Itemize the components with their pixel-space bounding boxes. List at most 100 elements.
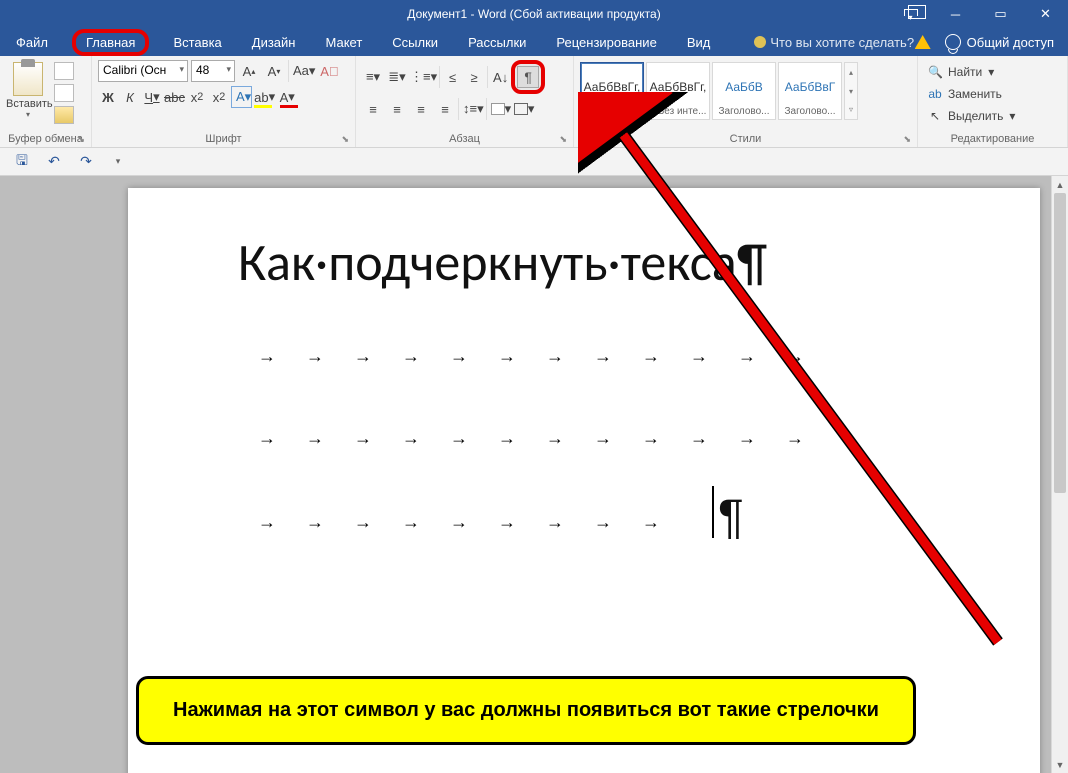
tab-file[interactable]: Файл [10,31,54,54]
replace-button[interactable]: abЗаменить [924,84,1061,104]
italic-button[interactable]: К [120,86,140,108]
align-right-icon[interactable]: ≡ [410,98,432,120]
tab-mailings[interactable]: Рассылки [462,31,532,54]
shrink-font-icon[interactable]: A▾ [263,60,285,82]
vertical-scrollbar[interactable]: ▲ ▼ [1051,176,1068,773]
minimize-icon[interactable]: ─ [933,0,978,28]
style-no-spacing[interactable]: АаБбВвГг, ¶ Без инте... [646,62,710,120]
show-hide-pilcrow-button[interactable]: ¶ [511,60,545,94]
text-cursor [712,486,714,538]
scroll-up-icon[interactable]: ▲ [1052,176,1068,193]
strikethrough-icon[interactable]: abc [164,86,185,108]
tab-insert[interactable]: Вставка [167,31,227,54]
pilcrow-icon: ¶ [517,66,539,88]
align-left-icon[interactable]: ≡ [362,98,384,120]
clipboard-icon [13,62,43,96]
restore-icon[interactable]: ▭ [978,0,1023,28]
share-button[interactable]: Общий доступ [945,34,1054,50]
document-heading: Как·подчеркнуть·текса¶ [238,230,767,294]
tab-design[interactable]: Дизайн [246,31,302,54]
align-center-icon[interactable]: ≡ [386,98,408,120]
undo-icon[interactable]: ↶ [44,152,64,172]
share-icon [945,34,961,50]
save-icon[interactable]: 🖫 [12,152,32,172]
warning-icon[interactable] [915,35,931,49]
style-normal[interactable]: АаБбВвГг, ¶ Обычный [580,62,644,120]
find-button[interactable]: 🔍Найти ▾ [924,62,1061,82]
styles-gallery-more[interactable]: ▴▾▿ [844,62,858,120]
window-title: Документ1 - Word (Сбой активации продукт… [407,7,660,21]
grow-font-icon[interactable]: A▴ [238,60,260,82]
numbering-icon[interactable]: ≣▾ [386,66,408,88]
copy-icon[interactable] [54,84,74,102]
clear-formatting-icon[interactable]: A⃠ [318,60,340,82]
justify-icon[interactable]: ≡ [434,98,456,120]
redo-icon[interactable]: ↷ [76,152,96,172]
close-icon[interactable]: ✕ [1023,0,1068,28]
paragraph-mark: ¶ [718,490,744,545]
font-launcher-icon[interactable]: ⬊ [341,134,349,145]
scrollbar-thumb[interactable] [1054,193,1066,493]
clipboard-label: Буфер обмена [8,133,83,145]
tab-references[interactable]: Ссылки [386,31,444,54]
tab-view[interactable]: Вид [681,31,717,54]
change-case-icon[interactable]: Aa▾ [288,60,315,82]
style-heading2[interactable]: АаБбВвГ Заголово... [778,62,842,120]
bullets-icon[interactable]: ≡▾ [362,66,384,88]
tab-marks-row2: →→→→→→→→→→→→ [258,428,834,449]
editing-label: Редактирование [951,133,1035,145]
subscript-icon[interactable]: x2 [187,86,207,108]
quick-access-toolbar: 🖫 ↶ ↷ ▾ [0,148,1068,176]
replace-icon: ab [928,87,942,101]
underline-button[interactable]: Ч▾ [142,86,162,108]
scroll-down-icon[interactable]: ▼ [1052,756,1068,773]
font-size-select[interactable]: 48 [191,60,235,82]
font-color-icon[interactable]: A▾ [277,86,297,108]
styles-launcher-icon[interactable]: ⬊ [903,134,911,145]
tab-marks-row1: →→→→→→→→→→→→ [258,346,834,367]
tell-me-search[interactable]: Что вы хотите сделать? [754,35,914,50]
tab-review[interactable]: Рецензирование [550,31,662,54]
format-painter-icon[interactable] [54,106,74,124]
bold-button[interactable]: Ж [98,86,118,108]
annotation-callout: Нажимая на этот символ у вас должны появ… [136,676,916,745]
clipboard-launcher-icon[interactable]: ⬊ [77,134,85,145]
paragraph-launcher-icon[interactable]: ⬊ [559,134,567,145]
borders-icon[interactable]: ▾ [513,98,535,120]
tab-home[interactable]: Главная [72,29,149,56]
qat-customize-icon[interactable]: ▾ [108,152,128,172]
decrease-indent-icon[interactable]: ≤ [439,66,461,88]
font-name-select[interactable]: Calibri (Осн [98,60,188,82]
styles-label: Стили [730,133,762,145]
group-editing: 🔍Найти ▾ abЗаменить ↖Выделить ▾ Редактир… [918,56,1068,147]
group-clipboard: Вставить ▾ Буфер обмена⬊ [0,56,92,147]
group-styles: АаБбВвГг, ¶ Обычный АаБбВвГг, ¶ Без инте… [574,56,918,147]
increase-indent-icon[interactable]: ≥ [463,66,485,88]
share-label: Общий доступ [967,35,1054,50]
line-spacing-icon[interactable]: ↕≡▾ [458,98,484,120]
window-controls: ▾ ─ ▭ ✕ [888,0,1068,28]
tab-layout[interactable]: Макет [319,31,368,54]
highlight-icon[interactable]: ab▾ [254,86,275,108]
multilevel-icon[interactable]: ⋮≡▾ [410,66,437,88]
ribbon: Вставить ▾ Буфер обмена⬊ Calibri (Осн 48… [0,56,1068,148]
font-label: Шрифт [205,133,241,145]
select-button[interactable]: ↖Выделить ▾ [924,106,1061,126]
tab-marks-row3: →→→→→→→→→ [258,512,690,533]
style-heading1[interactable]: АаБбВ Заголово... [712,62,776,120]
ribbon-options-icon[interactable]: ▾ [888,0,933,28]
shading-icon[interactable]: ▾ [486,98,512,120]
group-font: Calibri (Осн 48 A▴ A▾ Aa▾ A⃠ Ж К Ч▾ abc … [92,56,356,147]
paste-button[interactable]: Вставить ▾ [6,62,50,119]
search-icon: 🔍 [928,65,942,79]
superscript-icon[interactable]: x2 [209,86,229,108]
tell-me-placeholder: Что вы хотите сделать? [770,35,914,50]
group-paragraph: ≡▾ ≣▾ ⋮≡▾ ≤ ≥ A↓ ¶ ≡ ≡ ≡ ≡ ↕≡▾ ▾ ▾ Абзац… [356,56,574,147]
paragraph-label: Абзац [449,133,480,145]
title-bar: Документ1 - Word (Сбой активации продукт… [0,0,1068,28]
cut-icon[interactable] [54,62,74,80]
text-effects-icon[interactable]: A▾ [231,86,252,108]
bulb-icon [754,36,766,48]
sort-icon[interactable]: A↓ [487,66,509,88]
ribbon-tabs: Файл Главная Вставка Дизайн Макет Ссылки… [0,28,1068,56]
